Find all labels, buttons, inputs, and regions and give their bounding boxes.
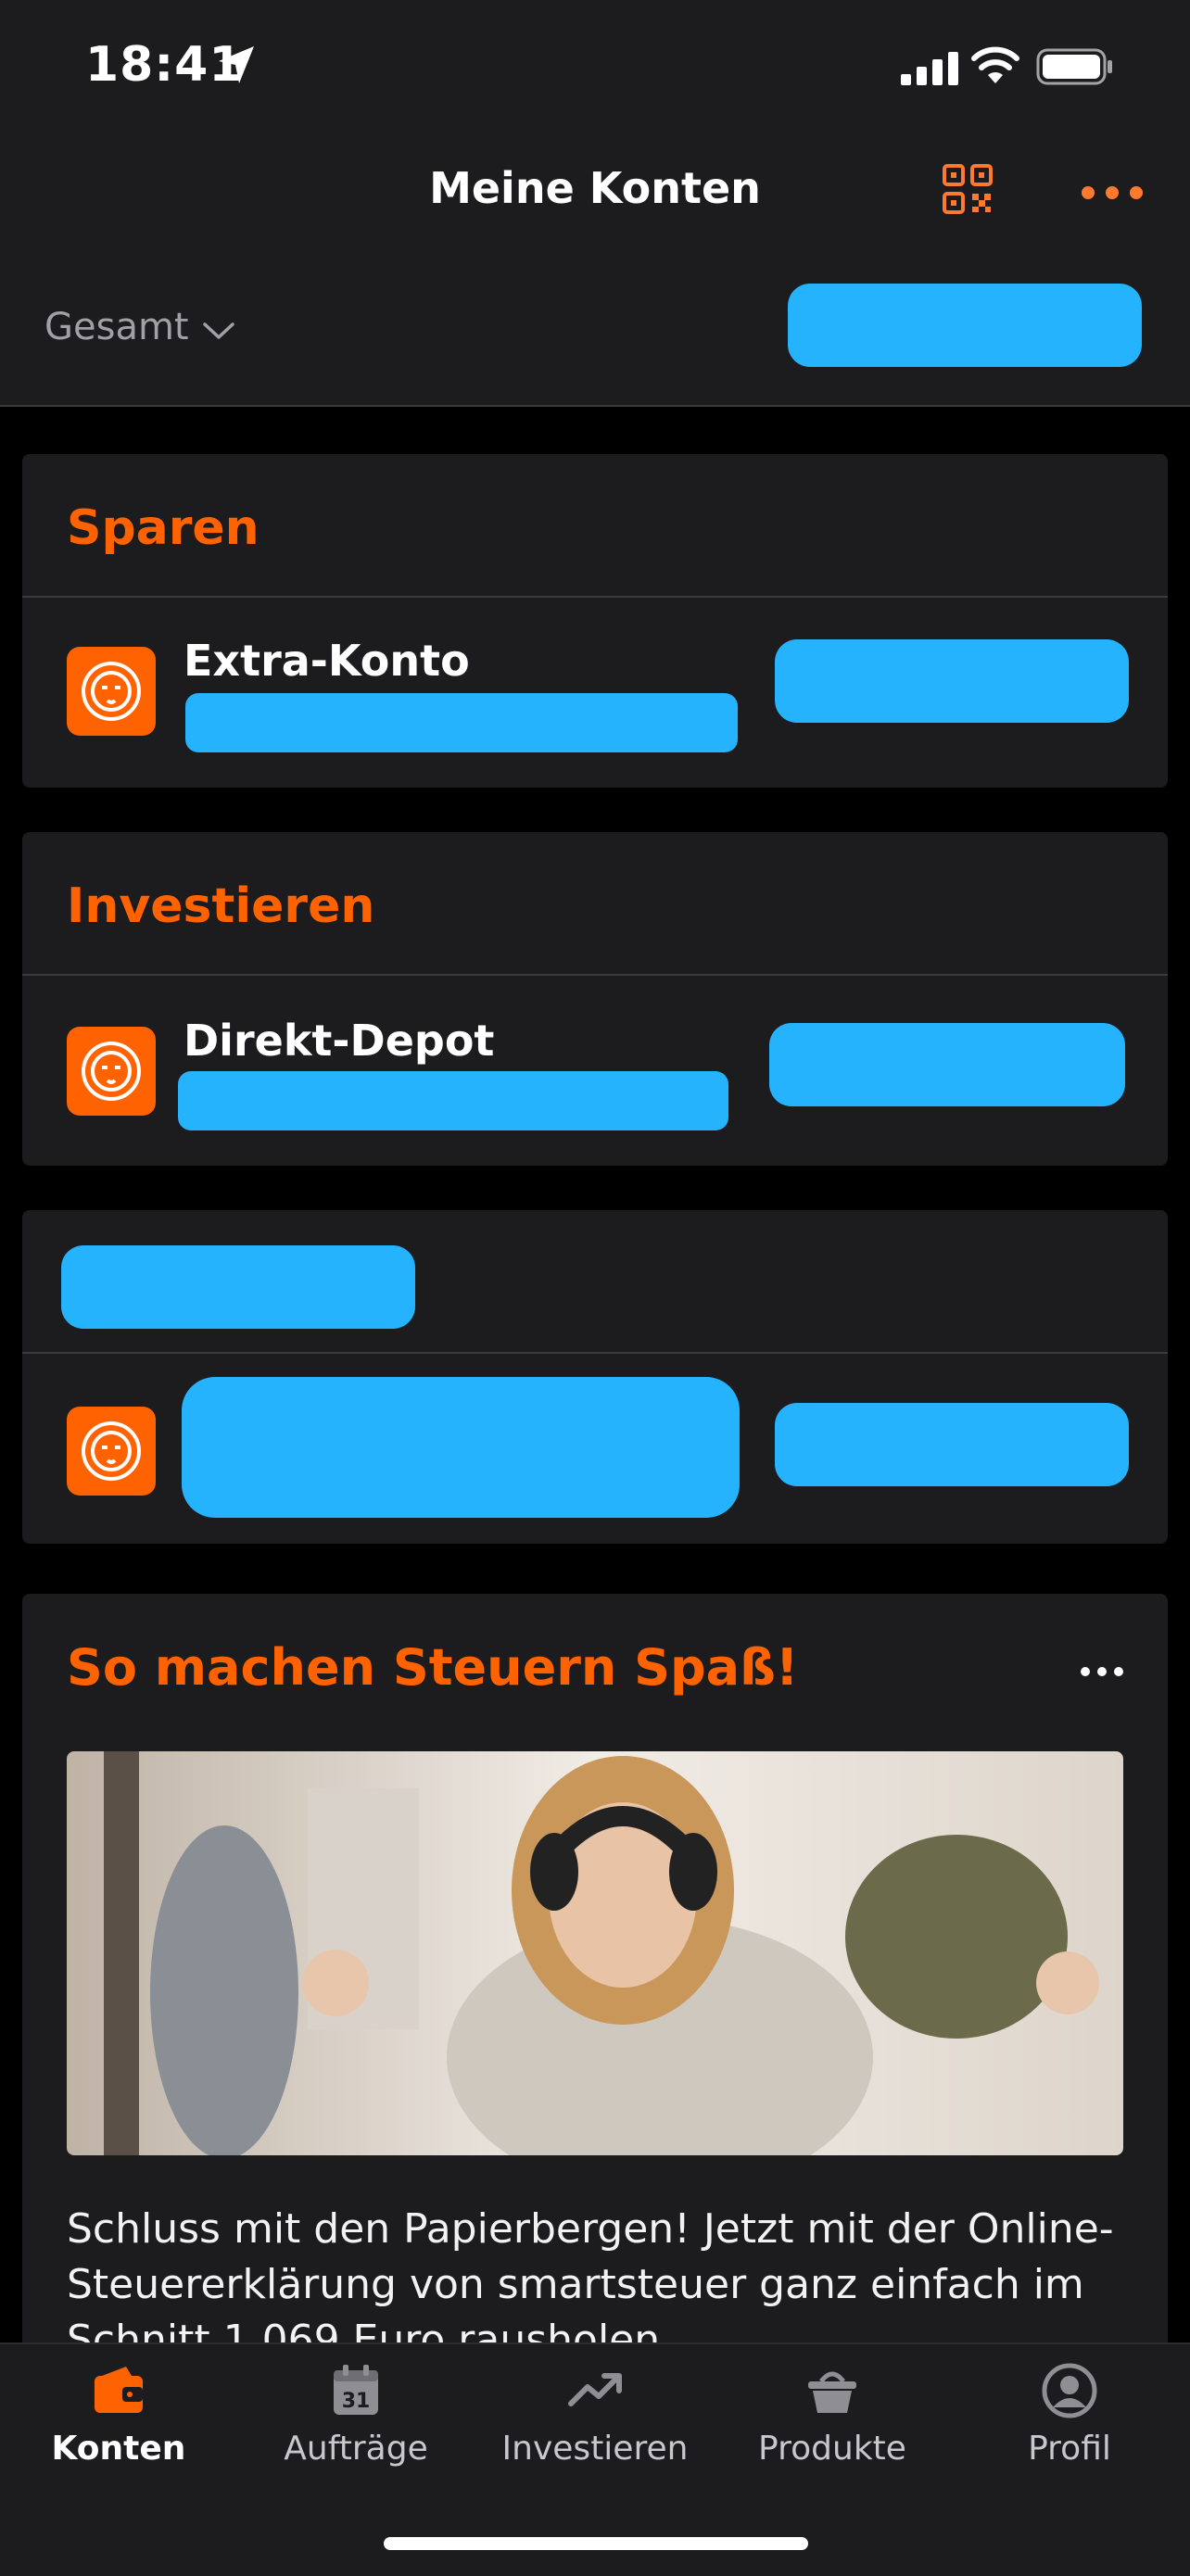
- tab-label: Profil: [1028, 2430, 1111, 2468]
- account-number-redacted: [185, 693, 738, 752]
- divider: [22, 596, 1168, 598]
- signal-icon: [901, 52, 958, 85]
- ing-lion-logo-icon: [67, 1027, 156, 1116]
- total-filter-label[interactable]: Gesamt: [44, 306, 189, 348]
- account-balance-redacted: [775, 1403, 1129, 1486]
- tab-auftraege[interactable]: 31 Aufträge: [245, 2361, 467, 2468]
- basket-icon: [808, 2371, 856, 2413]
- tab-label: Konten: [51, 2430, 186, 2468]
- section-title-sparen: Sparen: [67, 500, 260, 556]
- tab-konten[interactable]: Konten: [7, 2361, 230, 2468]
- tab-label: Produkte: [758, 2430, 906, 2468]
- trend-up-icon: [568, 2373, 622, 2406]
- more-options-icon[interactable]: [1079, 1664, 1125, 1679]
- tab-produkte[interactable]: Produkte: [721, 2361, 943, 2468]
- chevron-down-icon[interactable]: [202, 321, 235, 341]
- total-balance-redacted: [788, 284, 1142, 367]
- more-options-icon[interactable]: [1077, 182, 1147, 204]
- account-balance-redacted: [775, 639, 1129, 723]
- divider: [22, 974, 1168, 976]
- tab-label: Investieren: [501, 2430, 689, 2468]
- home-indicator[interactable]: [384, 2537, 808, 2550]
- promo-title: So machen Steuern Spaß!: [67, 1638, 799, 1697]
- calendar-icon: 31: [334, 2365, 378, 2415]
- account-name-direkt-depot[interactable]: Direkt-Depot: [184, 1016, 494, 1066]
- location-arrow-icon: [219, 46, 254, 83]
- qr-code-icon[interactable]: [942, 163, 994, 215]
- promo-image[interactable]: [67, 1751, 1123, 2155]
- battery-icon: [1036, 48, 1112, 85]
- ing-lion-logo-icon: [67, 1407, 156, 1496]
- account-number-redacted: [178, 1071, 728, 1130]
- divider: [22, 1352, 1168, 1354]
- svg-text:31: 31: [342, 2390, 371, 2413]
- wifi-icon: [971, 46, 1019, 83]
- section-title-redacted: [61, 1245, 415, 1329]
- account-balance-redacted: [769, 1023, 1125, 1106]
- section-title-investieren: Investieren: [67, 878, 375, 934]
- ing-lion-logo-icon: [67, 647, 156, 736]
- tab-investieren[interactable]: Investieren: [484, 2361, 706, 2468]
- account-details-redacted: [182, 1377, 740, 1518]
- page-title: Meine Konten: [429, 163, 761, 213]
- account-name-extra-konto[interactable]: Extra-Konto: [184, 636, 470, 686]
- profile-icon: [1042, 2363, 1097, 2418]
- tab-profil[interactable]: Profil: [958, 2361, 1181, 2468]
- wallet-icon: [95, 2367, 143, 2413]
- tab-label: Aufträge: [284, 2430, 428, 2468]
